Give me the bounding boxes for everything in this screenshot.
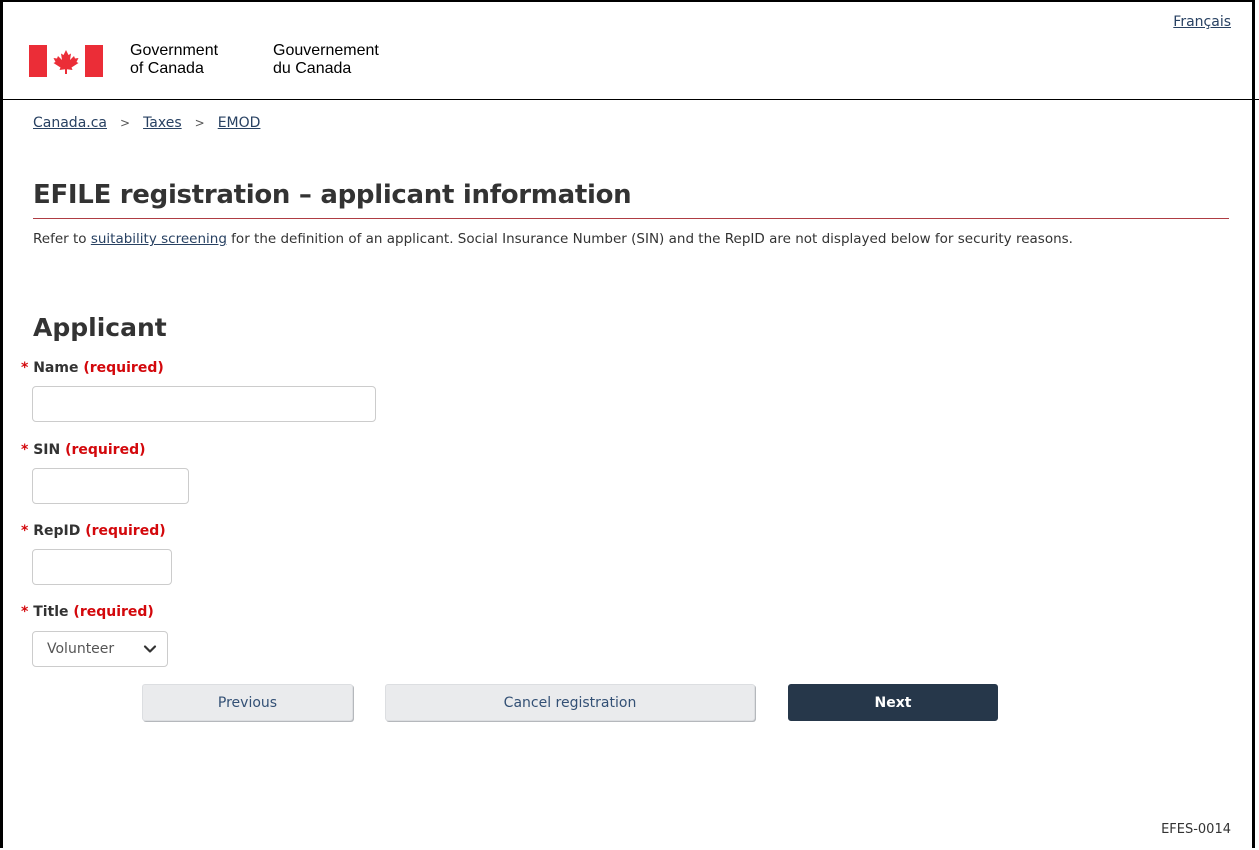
sin-input[interactable]	[32, 468, 189, 504]
name-label-text: Name	[33, 360, 79, 376]
intro-suffix: for the definition of an applicant. Soci…	[226, 231, 1073, 247]
wordmark-english: Government of Canada	[130, 42, 218, 78]
title-select[interactable]: Volunteer	[32, 631, 168, 667]
page-identifier: EFES-0014	[1161, 822, 1231, 837]
section-title-applicant: Applicant	[33, 313, 167, 342]
wordmark-english-line1: Government	[130, 42, 219, 59]
name-label: * Name (required)	[21, 360, 164, 376]
required-star: *	[21, 523, 29, 539]
breadcrumb-item-taxes[interactable]: Taxes	[143, 115, 182, 131]
previous-button[interactable]: Previous	[142, 684, 353, 721]
chevron-down-icon	[143, 645, 157, 653]
wordmark-french-line2: du Canada	[273, 60, 352, 77]
required-text: (required)	[85, 523, 166, 539]
suitability-screening-link[interactable]: suitability screening	[91, 231, 227, 247]
breadcrumb-separator: >	[120, 116, 131, 130]
next-button[interactable]: Next	[788, 684, 998, 721]
repid-input[interactable]	[32, 549, 172, 585]
intro-text: Refer to suitability screening for the d…	[33, 229, 1213, 249]
page-title: EFILE registration – applicant informati…	[33, 180, 632, 210]
required-star: *	[21, 604, 29, 620]
canada-flag-icon	[29, 45, 103, 77]
required-star: *	[21, 442, 29, 458]
required-text: (required)	[73, 604, 154, 620]
wordmark-english-line2: of Canada	[130, 60, 204, 77]
intro-prefix: Refer to	[33, 231, 91, 247]
breadcrumb-item-emod[interactable]: EMOD	[218, 115, 261, 131]
site-header: Français Government of Canada Gouverneme…	[0, 0, 1259, 100]
breadcrumb-item-canada[interactable]: Canada.ca	[33, 115, 107, 131]
title-label-text: Title	[33, 604, 69, 620]
required-star: *	[21, 360, 29, 376]
required-text: (required)	[83, 360, 164, 376]
wordmark-french: Gouvernement du Canada	[273, 42, 379, 78]
language-toggle-link[interactable]: Français	[1173, 14, 1231, 30]
title-divider	[33, 218, 1229, 219]
repid-label-text: RepID	[33, 523, 81, 539]
sin-label: * SIN (required)	[21, 442, 146, 458]
repid-label: * RepID (required)	[21, 523, 166, 539]
title-select-value: Volunteer	[47, 641, 115, 657]
cancel-registration-button[interactable]: Cancel registration	[385, 684, 755, 721]
sin-label-text: SIN	[33, 442, 61, 458]
title-label: * Title (required)	[21, 604, 154, 620]
name-input[interactable]	[32, 386, 376, 422]
wordmark-french-line1: Gouvernement	[273, 42, 379, 59]
breadcrumb: Canada.ca > Taxes > EMOD	[33, 115, 260, 131]
breadcrumb-separator: >	[194, 116, 205, 130]
required-text: (required)	[65, 442, 146, 458]
